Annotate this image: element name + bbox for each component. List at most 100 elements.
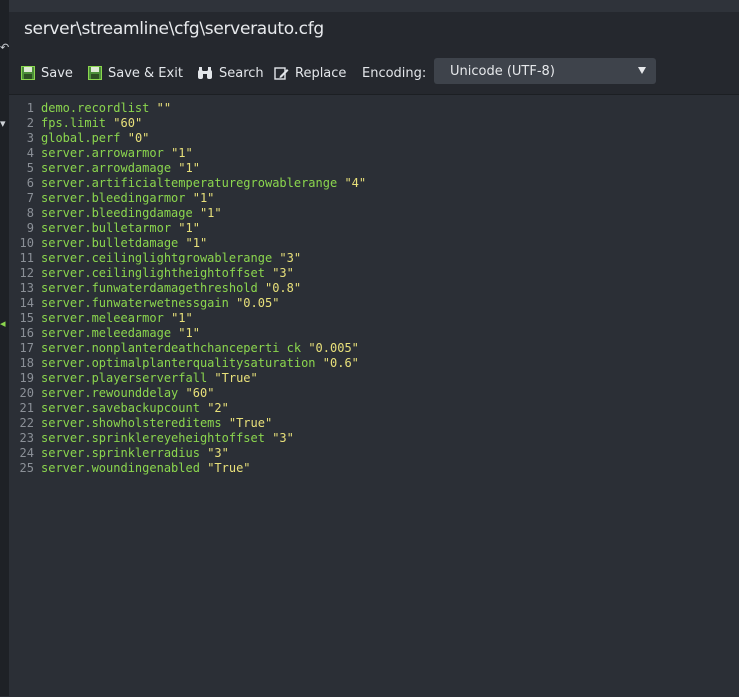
file-editor-panel: server\streamline\cfg\serverauto.cfg Sav…: [9, 12, 739, 697]
line-number: 1: [26, 101, 34, 115]
line-number: 10: [19, 236, 34, 250]
code-line: 23 server.sprinklereyeheightoffset "3": [9, 431, 739, 446]
line-number: 8: [26, 206, 34, 220]
config-value: "1": [178, 221, 200, 235]
line-number: 25: [19, 461, 34, 475]
config-value: "1": [192, 191, 215, 205]
line-number: 7: [26, 191, 34, 205]
search-button-label: Search: [219, 65, 264, 81]
save-and-exit-button[interactable]: Save & Exit: [88, 62, 183, 84]
line-number: 24: [19, 446, 34, 460]
caret-down-icon: [638, 67, 646, 74]
chevron-left-icon: ◂: [0, 317, 6, 330]
code-line: 1 demo.recordlist "": [9, 101, 739, 116]
config-value: "True": [207, 461, 251, 475]
config-value: "3": [272, 266, 294, 280]
config-key: server.bulletarmor: [41, 221, 172, 235]
config-value: "1": [178, 161, 200, 175]
config-key: server.ceilinglightheightoffset: [41, 266, 265, 280]
search-button[interactable]: Search: [197, 62, 264, 84]
config-key: server.funwaterwetnessgain: [41, 296, 229, 310]
config-value: "0.005": [308, 341, 359, 355]
code-line: 16 server.meleedamage "1": [9, 326, 739, 341]
save-button[interactable]: Save: [21, 62, 73, 84]
line-number: 2: [26, 116, 34, 130]
config-value: "True": [214, 371, 258, 385]
code-line: 14 server.funwaterwetnessgain "0.05": [9, 296, 739, 311]
window-top-strip: [0, 0, 739, 12]
line-number: 13: [19, 281, 34, 295]
floppy-disk-icon: [21, 66, 35, 80]
config-value: "0.05": [236, 296, 280, 310]
config-value: "1": [171, 146, 193, 160]
config-key: fps.limit: [41, 116, 107, 130]
line-number: 11: [19, 251, 34, 265]
config-value: "1": [185, 236, 208, 250]
line-number: 20: [19, 386, 34, 400]
line-number: 9: [26, 221, 34, 235]
config-key: server.savebackupcount: [41, 401, 200, 415]
config-key: server.artificialtemperaturegrowablerang…: [41, 176, 338, 190]
line-number: 16: [19, 326, 34, 340]
config-value: "1": [171, 311, 193, 325]
code-line: 4 server.arrowarmor "1": [9, 146, 739, 161]
config-key: server.arrowarmor: [41, 146, 164, 160]
code-line: 15 server.meleearmor "1": [9, 311, 739, 326]
code-line: 25 server.woundingenabled "True": [9, 461, 739, 476]
file-path-title: server\streamline\cfg\serverauto.cfg: [24, 19, 324, 39]
config-value: "": [156, 101, 172, 115]
code-line: 5 server.arrowdamage "1": [9, 161, 739, 176]
replace-button[interactable]: Replace: [274, 62, 346, 84]
title-bar: server\streamline\cfg\serverauto.cfg: [9, 12, 739, 50]
save-button-label: Save: [41, 65, 73, 81]
line-number: 6: [26, 176, 34, 190]
line-number: 21: [19, 401, 34, 415]
config-value: "0": [127, 131, 150, 145]
save-and-exit-button-label: Save & Exit: [108, 65, 183, 81]
config-key: server.bleedingdamage: [41, 206, 193, 220]
config-value: "60": [113, 116, 143, 130]
config-value: "2": [207, 401, 229, 415]
config-value: "60": [185, 386, 215, 400]
config-key: server.nonplanterdeathchanceperti ck: [41, 341, 302, 355]
replace-button-label: Replace: [295, 65, 347, 81]
config-value: "3": [279, 251, 302, 265]
background-app-strip: ↶ ▾ ◂: [0, 0, 9, 696]
config-value: "0.6": [322, 356, 359, 370]
config-key: server.ceilinglightgrowablerange: [41, 251, 273, 265]
floppy-disk-icon: [88, 66, 102, 80]
code-line: 22 server.showholstereditems "True": [9, 416, 739, 431]
line-number: 22: [19, 416, 34, 430]
arrow-icon: ↶: [0, 41, 10, 54]
line-number: 12: [19, 266, 34, 280]
code-line: 6 server.artificialtemperaturegrowableran…: [9, 176, 739, 191]
code-line: 24 server.sprinklerradius "3": [9, 446, 739, 461]
editor-toolbar: Save Save & Exit Search Replace Encoding…: [9, 50, 739, 94]
code-line: 8 server.bleedingdamage "1": [9, 206, 739, 221]
line-number: 19: [19, 371, 34, 385]
line-number: 23: [19, 431, 34, 445]
edit-pencil-icon: [274, 66, 289, 81]
config-key: server.funwaterdamagethreshold: [41, 281, 258, 295]
code-line: 2 fps.limit "60": [9, 116, 739, 131]
config-key: server.meleedamage: [41, 326, 172, 340]
code-line: 19 server.playerserverfall "True": [9, 371, 739, 386]
binoculars-icon: [197, 66, 213, 80]
encoding-select-value: Unicode (UTF-8): [450, 63, 555, 79]
config-key: demo.recordlist: [41, 101, 150, 115]
code-line: 21 server.savebackupcount "2": [9, 401, 739, 416]
encoding-select[interactable]: Unicode (UTF-8): [434, 58, 656, 84]
chevron-down-icon: ▾: [0, 117, 6, 130]
code-editor[interactable]: 1 demo.recordlist "" 2 fps.limit "60" 3 globa…: [9, 94, 739, 697]
config-value: "True": [228, 416, 273, 430]
code-line: 10 server.bulletdamage "1": [9, 236, 739, 251]
line-number: 5: [26, 161, 34, 175]
line-number: 14: [19, 296, 34, 310]
config-key: server.bulletdamage: [41, 236, 179, 250]
config-key: server.woundingenabled: [41, 461, 200, 475]
code-line: 13 server.funwaterdamagethreshold "0.8": [9, 281, 739, 296]
config-key: server.arrowdamage: [41, 161, 172, 175]
config-key: server.bleedingarmor: [41, 191, 186, 205]
line-number: 17: [19, 341, 34, 355]
code-line: 11 server.ceilinglightgrowablerange "3": [9, 251, 739, 266]
